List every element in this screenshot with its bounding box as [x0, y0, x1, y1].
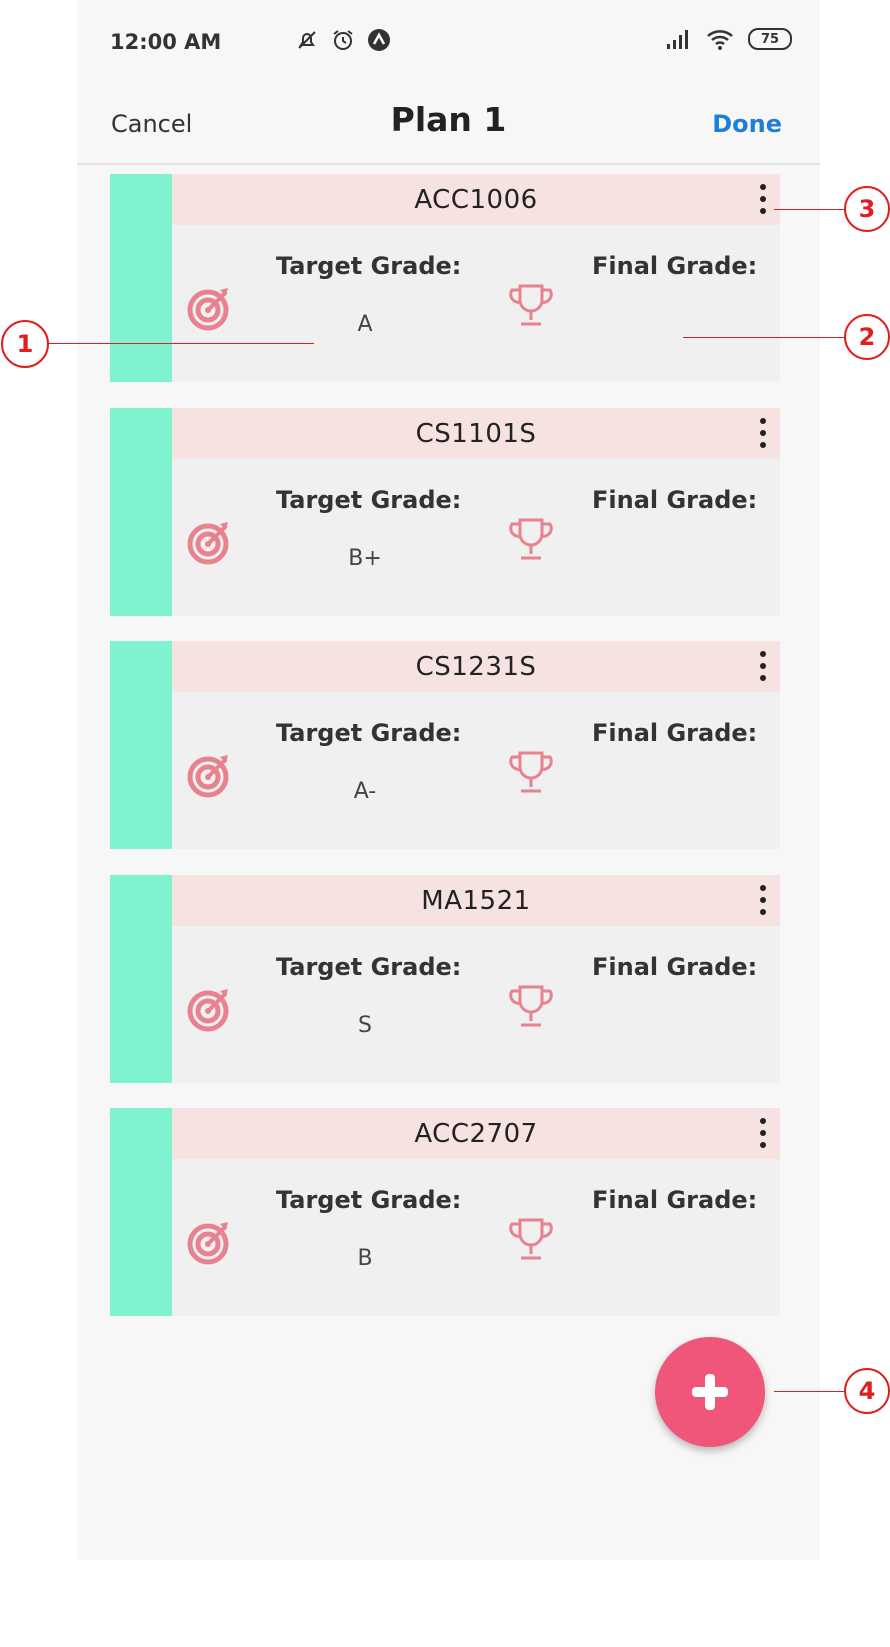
target-grade-value[interactable]: B+: [276, 546, 454, 571]
target-grade-value[interactable]: A-: [276, 779, 454, 804]
card-header: CS1231S: [172, 641, 780, 692]
target-grade-label: Target Grade:: [276, 1186, 462, 1214]
callout-line-3: [774, 209, 845, 210]
done-button[interactable]: Done: [712, 110, 782, 138]
card-header: CS1101S: [172, 408, 780, 459]
signal-icon: [667, 30, 688, 49]
target-icon: [187, 522, 229, 565]
module-code: CS1231S: [415, 651, 537, 682]
module-card[interactable]: CS1101S Target Grade: Final Grade: B+: [110, 408, 780, 616]
target-icon: [187, 1222, 229, 1265]
module-code: MA1521: [421, 885, 531, 916]
more-options-icon[interactable]: [758, 1118, 768, 1150]
module-card[interactable]: CS1231S Target Grade: Final Grade: A-: [110, 641, 780, 849]
target-grade-label: Target Grade:: [276, 486, 462, 514]
final-grade-label: Final Grade:: [592, 252, 758, 280]
callout-line-1: [48, 343, 314, 344]
module-code: ACC1006: [414, 184, 538, 215]
status-time: 12:00 AM: [110, 30, 222, 54]
status-bar: 12:00 AM 75: [77, 0, 820, 80]
trophy-icon: [509, 284, 553, 326]
wifi-icon: [707, 30, 733, 50]
target-icon: [187, 989, 229, 1032]
callout-line-4: [774, 1391, 845, 1392]
nav-bar: Cancel Plan 1 Done: [77, 80, 820, 165]
more-options-icon[interactable]: [758, 184, 768, 216]
module-code: CS1101S: [415, 418, 537, 449]
callout-3: 3: [844, 186, 890, 232]
target-grade-label: Target Grade:: [276, 719, 462, 747]
final-grade-label: Final Grade:: [592, 1186, 758, 1214]
page-title: Plan 1: [390, 100, 507, 139]
trophy-icon: [509, 1218, 553, 1260]
module-card[interactable]: ACC1006 Target Grade: Final Grade: A: [110, 174, 780, 382]
card-header: ACC2707: [172, 1108, 780, 1159]
phone-screen: 12:00 AM 75 Cancel Plan 1 Done ACC1006 T…: [77, 0, 820, 1560]
final-grade-label: Final Grade:: [592, 953, 758, 981]
target-grade-value[interactable]: A: [276, 312, 454, 337]
battery-icon: 75: [748, 28, 792, 50]
more-options-icon[interactable]: [758, 418, 768, 450]
mute-icon: [298, 31, 316, 49]
card-header: ACC1006: [172, 174, 780, 225]
app-notification-icon: [368, 29, 390, 51]
target-grade-value[interactable]: S: [276, 1013, 454, 1038]
target-icon: [187, 288, 229, 331]
trophy-icon: [509, 985, 553, 1027]
card-color-strip: [110, 641, 172, 849]
callout-1: 1: [1, 320, 49, 368]
module-card[interactable]: MA1521 Target Grade: Final Grade: S: [110, 875, 780, 1083]
add-module-button[interactable]: [655, 1337, 765, 1447]
final-grade-label: Final Grade:: [592, 719, 758, 747]
target-grade-label: Target Grade:: [276, 953, 462, 981]
card-color-strip: [110, 1108, 172, 1316]
card-color-strip: [110, 174, 172, 382]
more-options-icon[interactable]: [758, 651, 768, 683]
target-grade-value[interactable]: B: [276, 1246, 454, 1271]
callout-line-2: [683, 337, 845, 338]
callout-2: 2: [844, 314, 890, 360]
target-icon: [187, 755, 229, 798]
module-code: ACC2707: [414, 1118, 538, 1149]
trophy-icon: [509, 751, 553, 793]
alarm-icon: [333, 30, 353, 50]
callout-4: 4: [844, 1368, 890, 1414]
target-grade-label: Target Grade:: [276, 252, 462, 280]
final-grade-label: Final Grade:: [592, 486, 758, 514]
plus-icon: [692, 1374, 728, 1410]
card-header: MA1521: [172, 875, 780, 926]
card-color-strip: [110, 875, 172, 1083]
more-options-icon[interactable]: [758, 885, 768, 917]
trophy-icon: [509, 518, 553, 560]
card-color-strip: [110, 408, 172, 616]
module-card[interactable]: ACC2707 Target Grade: Final Grade: B: [110, 1108, 780, 1316]
